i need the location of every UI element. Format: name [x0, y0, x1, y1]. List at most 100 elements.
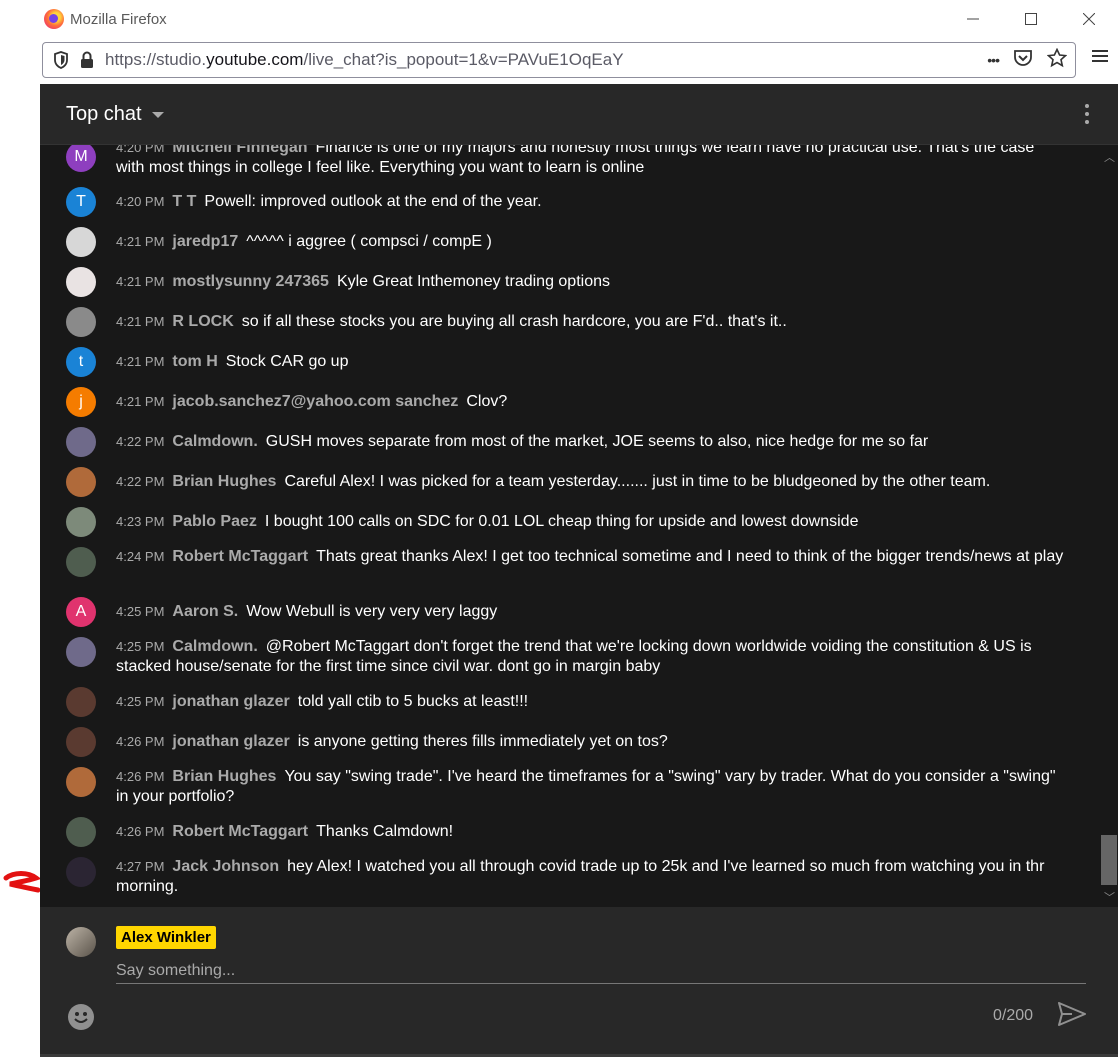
message-body: 4:27 PM Jack Johnson hey Alex! I watched y… — [116, 857, 1066, 897]
message-author[interactable]: Robert McTaggart — [172, 823, 308, 840]
message-timestamp: 4:26 PM — [116, 824, 165, 839]
message-body: 4:20 PM T T Powell: improved outlook at th… — [116, 192, 1066, 212]
page-actions-more-button[interactable]: ••• — [987, 52, 1000, 68]
message-body: 4:22 PM Calmdown. GUSH moves separate from… — [116, 432, 1066, 452]
author-avatar[interactable]: M — [66, 145, 96, 172]
author-avatar[interactable] — [66, 817, 96, 847]
message-author[interactable]: R LOCK — [172, 313, 233, 330]
message-text: Wow Webull is very very very laggy — [246, 603, 498, 620]
message-author[interactable]: Mitchell Finnegan — [172, 145, 307, 156]
message-timestamp: 4:25 PM — [116, 639, 165, 654]
author-avatar[interactable]: t — [66, 347, 96, 377]
current-user-avatar — [66, 927, 96, 957]
message-text: Stock CAR go up — [225, 353, 349, 370]
author-avatar[interactable] — [66, 767, 96, 797]
chat-mode-label: Top chat — [66, 103, 142, 125]
emoji-button[interactable] — [68, 1004, 94, 1030]
lock-icon[interactable] — [77, 50, 97, 70]
message-body: 4:21 PM mostlysunny 247365 Kyle Great Inth… — [116, 272, 1066, 292]
more-options-button[interactable] — [1082, 104, 1092, 126]
dropdown-caret-icon — [151, 111, 164, 118]
url-text[interactable]: https://studio.youtube.com/live_chat?is_… — [105, 50, 624, 70]
message-body: 4:26 PM jonathan glazer is anyone getting … — [116, 732, 1066, 752]
message-author[interactable]: tom H — [172, 353, 217, 370]
message-author[interactable]: jonathan glazer — [172, 733, 289, 750]
message-timestamp: 4:21 PM — [116, 234, 165, 249]
author-avatar[interactable]: j — [66, 387, 96, 417]
message-timestamp: 4:21 PM — [116, 354, 165, 369]
author-avatar[interactable] — [66, 267, 96, 297]
message-timestamp: 4:26 PM — [116, 769, 165, 784]
minimize-icon — [967, 18, 979, 20]
message-composer: Alex Winkler 0/200 — [40, 907, 1118, 1057]
message-author[interactable]: Brian Hughes — [172, 768, 276, 785]
message-author[interactable]: Calmdown. — [172, 638, 257, 655]
url-bar[interactable]: https://studio.youtube.com/live_chat?is_… — [42, 42, 1076, 78]
message-body: 4:26 PM Robert McTaggart Thanks Calmdown! — [116, 822, 1066, 842]
message-body: 4:21 PM R LOCK so if all these stocks you … — [116, 312, 1066, 332]
live-chat-panel: Top chat M 4:20 PM Mitchell Finnegan Financ… — [40, 84, 1118, 1057]
author-avatar[interactable] — [66, 857, 96, 887]
message-author[interactable]: Robert McTaggart — [172, 548, 308, 565]
bookmark-star-icon[interactable] — [1046, 47, 1068, 73]
chat-message-input[interactable] — [116, 959, 1086, 984]
message-timestamp: 4:24 PM — [116, 549, 165, 564]
chat-mode-dropdown[interactable]: Top chat — [66, 103, 164, 126]
message-author[interactable]: Calmdown. — [172, 433, 257, 450]
send-arrow-icon — [1058, 1002, 1086, 1026]
message-author[interactable]: Pablo Paez — [172, 513, 256, 530]
minimize-button[interactable] — [944, 0, 1002, 38]
kebab-dot-icon — [1085, 104, 1089, 108]
scrollbar-thumb[interactable] — [1101, 835, 1117, 885]
message-text: so if all these stocks you are buying al… — [241, 313, 787, 330]
message-author[interactable]: T T — [172, 193, 196, 210]
message-text: Kyle Great Inthemoney trading options — [336, 273, 610, 290]
firefox-logo-icon — [44, 9, 64, 29]
scroll-down-icon[interactable]: ﹀ — [1104, 889, 1115, 905]
message-author[interactable]: jonathan glazer — [172, 693, 289, 710]
scroll-up-icon[interactable]: ︿ — [1104, 149, 1115, 165]
chat-header: Top chat — [40, 84, 1118, 145]
message-author[interactable]: jacob.sanchez7@yahoo.com sanchez — [172, 393, 458, 410]
author-avatar[interactable] — [66, 507, 96, 537]
message-author[interactable]: Aaron S. — [172, 603, 238, 620]
send-button[interactable] — [1058, 1002, 1086, 1031]
message-body: 4:22 PM Brian Hughes Careful Alex! I was p… — [116, 472, 1066, 492]
author-avatar[interactable] — [66, 727, 96, 757]
red-annotation-mark — [3, 871, 40, 893]
close-button[interactable] — [1060, 0, 1118, 38]
message-body: 4:21 PM jacob.sanchez7@yahoo.com sanchez C… — [116, 392, 1066, 412]
url-domain: youtube.com — [206, 50, 304, 69]
author-avatar[interactable] — [66, 687, 96, 717]
message-text: is anyone getting theres fills immediate… — [297, 733, 668, 750]
message-timestamp: 4:25 PM — [116, 694, 165, 709]
chat-scrollbar[interactable]: ︿ ﹀ — [1100, 145, 1117, 907]
author-avatar[interactable] — [66, 427, 96, 457]
author-avatar[interactable] — [66, 227, 96, 257]
message-timestamp: 4:21 PM — [116, 314, 165, 329]
maximize-button[interactable] — [1002, 0, 1060, 38]
message-author[interactable]: mostlysunny 247365 — [172, 273, 329, 290]
pocket-icon[interactable] — [1013, 49, 1033, 72]
message-author[interactable]: Jack Johnson — [172, 858, 279, 875]
browser-title-bar: Mozilla Firefox — [40, 0, 1118, 38]
author-avatar[interactable]: T — [66, 187, 96, 217]
author-avatar[interactable]: A — [66, 597, 96, 627]
message-timestamp: 4:25 PM — [116, 604, 165, 619]
message-text: GUSH moves separate from most of the mar… — [265, 433, 929, 450]
author-avatar[interactable] — [66, 637, 96, 667]
kebab-dot-icon — [1085, 120, 1089, 124]
message-timestamp: 4:22 PM — [116, 434, 165, 449]
author-avatar[interactable] — [66, 467, 96, 497]
message-body: 4:21 PM tom H Stock CAR go up — [116, 352, 1066, 372]
url-prefix: https://studio. — [105, 50, 207, 69]
author-avatar[interactable] — [66, 307, 96, 337]
hamburger-menu-button[interactable] — [1092, 48, 1108, 69]
message-body: 4:21 PM jaredp17 ^^^^^ i aggree ( compsci … — [116, 232, 1066, 252]
shield-icon[interactable] — [51, 50, 71, 70]
message-author[interactable]: Brian Hughes — [172, 473, 276, 490]
message-timestamp: 4:21 PM — [116, 274, 165, 289]
author-avatar[interactable] — [66, 547, 96, 577]
message-text: Thats great thanks Alex! I get too techn… — [316, 548, 1064, 565]
message-author[interactable]: jaredp17 — [172, 233, 238, 250]
